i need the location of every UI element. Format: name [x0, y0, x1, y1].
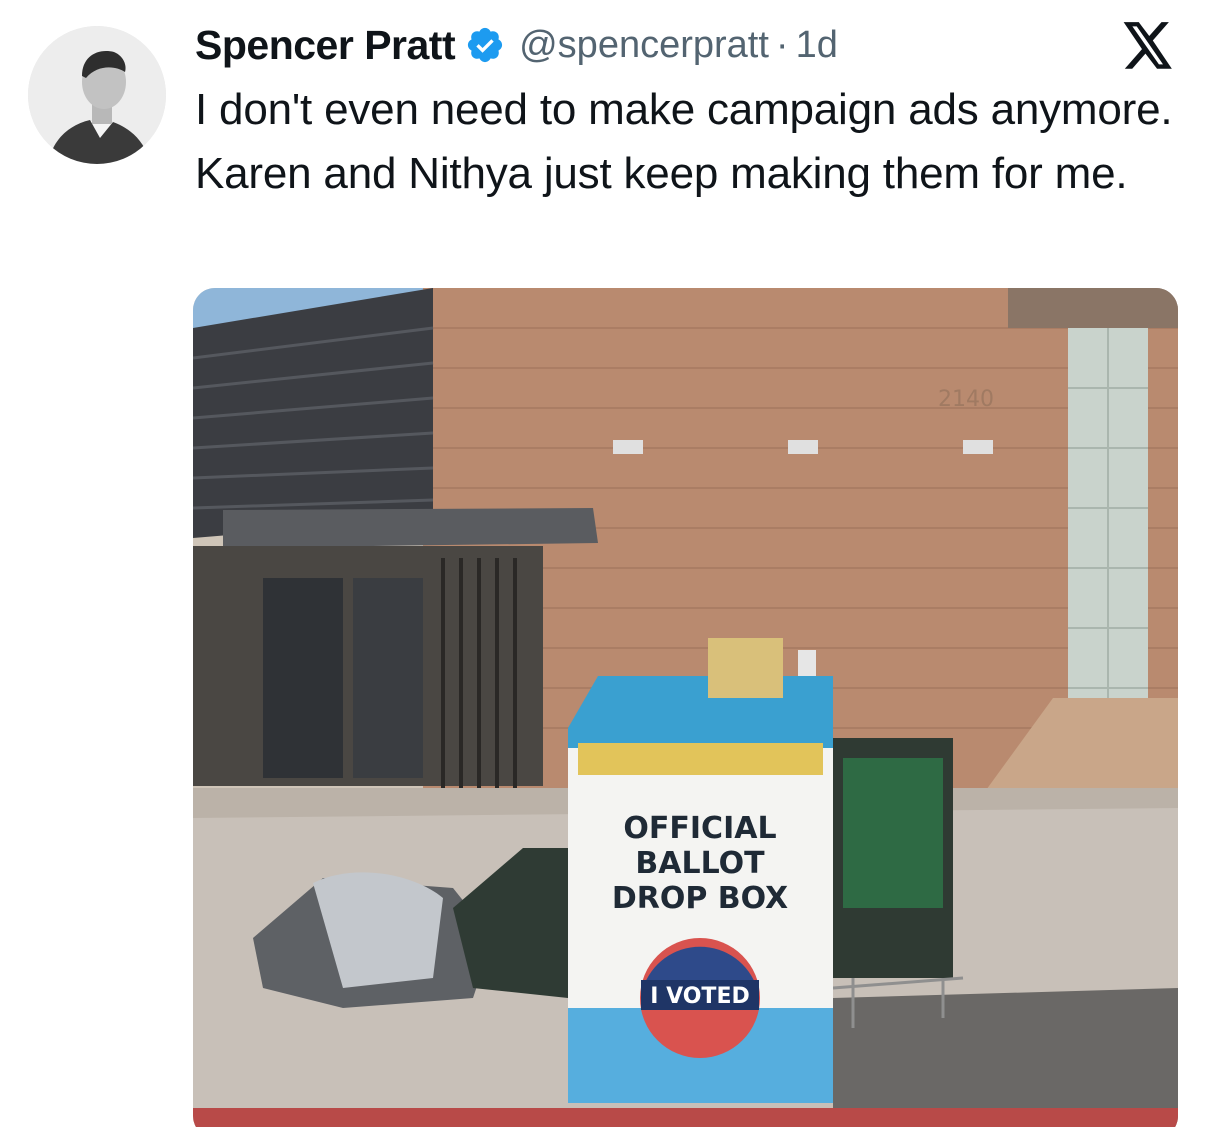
tweet-photo[interactable]: 2140 OFFICIAL BALLOT DROP BOX I VOTED — [193, 288, 1178, 1127]
timestamp[interactable]: 1d — [796, 24, 838, 67]
verified-badge-icon — [468, 27, 503, 63]
author-handle[interactable]: @spencerpratt — [519, 24, 769, 67]
building-number: 2140 — [938, 387, 994, 412]
tweet-header: Spencer Pratt @spencerpratt · 1d — [195, 20, 838, 70]
box-line-3: DROP BOX — [612, 881, 788, 916]
x-logo-icon[interactable] — [1122, 22, 1174, 70]
avatar[interactable] — [28, 26, 166, 164]
separator-dot: · — [775, 23, 789, 66]
i-voted-sticker: I VOTED — [650, 984, 749, 1009]
box-line-2: BALLOT — [635, 846, 765, 881]
tweet-card[interactable]: Spencer Pratt @spencerpratt · 1d I don't… — [0, 0, 1206, 1127]
tweet-text: I don't even need to make campaign ads a… — [195, 85, 1173, 198]
box-line-1: OFFICIAL — [623, 811, 776, 846]
author-name[interactable]: Spencer Pratt — [195, 22, 456, 69]
